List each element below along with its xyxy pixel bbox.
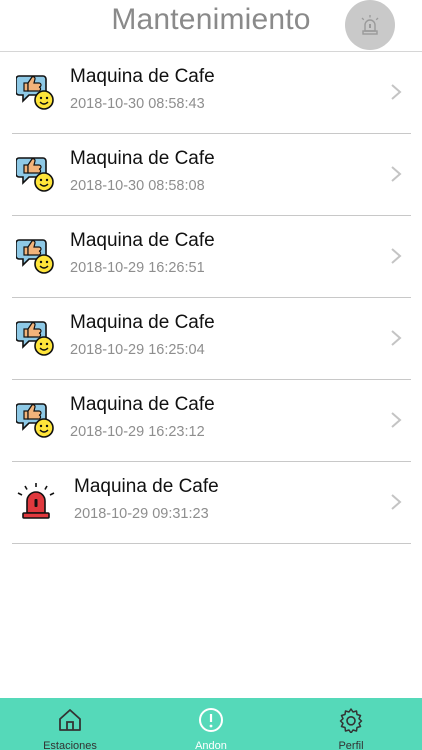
item-title: Maquina de Cafe <box>70 66 215 87</box>
list-item[interactable]: Maquina de Cafe 2018-10-29 09:31:23 <box>12 462 411 544</box>
home-icon <box>59 709 81 731</box>
alarm-siren-icon <box>17 483 55 519</box>
chevron-right-icon <box>391 248 402 264</box>
tab-estaciones[interactable]: Estaciones <box>10 698 130 750</box>
alarm-light-icon <box>361 15 379 35</box>
item-title: Maquina de Cafe <box>74 476 219 497</box>
header-bar: Mantenimiento <box>0 0 422 52</box>
tab-label: Perfil <box>338 740 364 750</box>
list-item[interactable]: Maquina de Cafe 2018-10-29 16:26:51 <box>12 216 411 298</box>
feedback-thumbs-up-smiley-icon <box>16 321 54 356</box>
item-date: 2018-10-29 16:26:51 <box>70 260 205 276</box>
item-title: Maquina de Cafe <box>70 148 215 169</box>
item-date: 2018-10-29 09:31:23 <box>74 506 209 522</box>
chevron-right-icon <box>391 330 402 346</box>
item-date: 2018-10-29 16:23:12 <box>70 424 205 440</box>
feedback-thumbs-up-smiley-icon <box>16 403 54 438</box>
item-date: 2018-10-30 08:58:43 <box>70 96 205 112</box>
list-item[interactable]: Maquina de Cafe 2018-10-29 16:23:12 <box>12 380 411 462</box>
item-date: 2018-10-30 08:58:08 <box>70 178 205 194</box>
list-item[interactable]: Maquina de Cafe 2018-10-29 16:25:04 <box>12 298 411 380</box>
maintenance-list: Maquina de Cafe 2018-10-30 08:58:43 Maqu… <box>12 52 411 544</box>
tab-andon[interactable]: Andon <box>151 698 271 750</box>
gear-icon <box>339 708 363 733</box>
feedback-thumbs-up-smiley-icon <box>16 239 54 274</box>
tab-bar: Estaciones Andon Perfil <box>0 698 422 750</box>
tab-label: Estaciones <box>43 740 97 750</box>
item-title: Maquina de Cafe <box>70 394 215 415</box>
chevron-right-icon <box>391 412 402 428</box>
feedback-thumbs-up-smiley-icon <box>16 157 54 192</box>
alert-circle-icon <box>199 708 223 732</box>
item-title: Maquina de Cafe <box>70 312 215 333</box>
alarm-button[interactable] <box>345 0 395 50</box>
list-item[interactable]: Maquina de Cafe 2018-10-30 08:58:08 <box>12 134 411 216</box>
tab-label: Andon <box>195 740 227 750</box>
chevron-right-icon <box>391 166 402 182</box>
chevron-right-icon <box>391 494 402 510</box>
feedback-thumbs-up-smiley-icon <box>16 75 54 110</box>
item-date: 2018-10-29 16:25:04 <box>70 342 205 358</box>
tab-perfil[interactable]: Perfil <box>291 698 411 750</box>
chevron-right-icon <box>391 84 402 100</box>
list-item[interactable]: Maquina de Cafe 2018-10-30 08:58:43 <box>12 52 411 134</box>
item-title: Maquina de Cafe <box>70 230 215 251</box>
